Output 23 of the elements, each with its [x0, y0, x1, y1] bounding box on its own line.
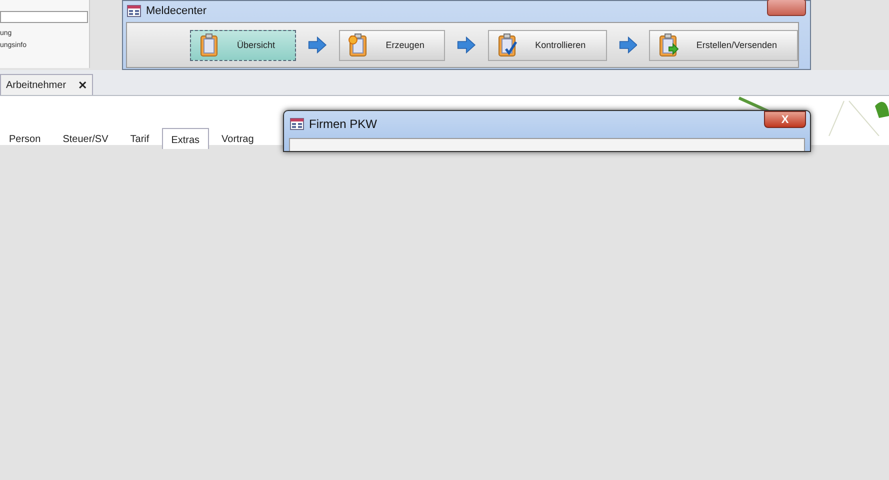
arrow-icon [308, 35, 327, 55]
form-icon [290, 118, 304, 130]
arrow-icon [618, 35, 638, 55]
form-icon [127, 5, 141, 17]
form-tab[interactable]: Extras [162, 128, 209, 149]
step-button[interactable]: Kontrollieren [488, 30, 607, 60]
form-tab[interactable]: Steuer/SV [54, 129, 118, 149]
search-field[interactable] [0, 11, 88, 23]
form-tab[interactable]: Tarif [121, 129, 158, 149]
arrow-icon [457, 35, 476, 55]
close-button[interactable]: ✕ [78, 78, 88, 92]
clipboard-icon [658, 33, 680, 57]
tab-label: Arbeitnehmer [6, 80, 66, 90]
form-tab[interactable]: Vortrag [212, 129, 263, 149]
document-tab[interactable]: Arbeitnehmer ✕ [0, 74, 94, 95]
window-title: Meldecenter [146, 5, 207, 17]
clipboard-icon [497, 33, 520, 57]
step-button[interactable]: Erstellen/Versenden [649, 30, 798, 60]
window-title: Firmen PKW [309, 117, 378, 131]
form-tab[interactable]: Person [0, 129, 50, 149]
step-button[interactable]: Übersicht [190, 30, 296, 60]
close-button[interactable] [767, 0, 806, 16]
step-button[interactable]: Erzeugen [338, 30, 446, 60]
